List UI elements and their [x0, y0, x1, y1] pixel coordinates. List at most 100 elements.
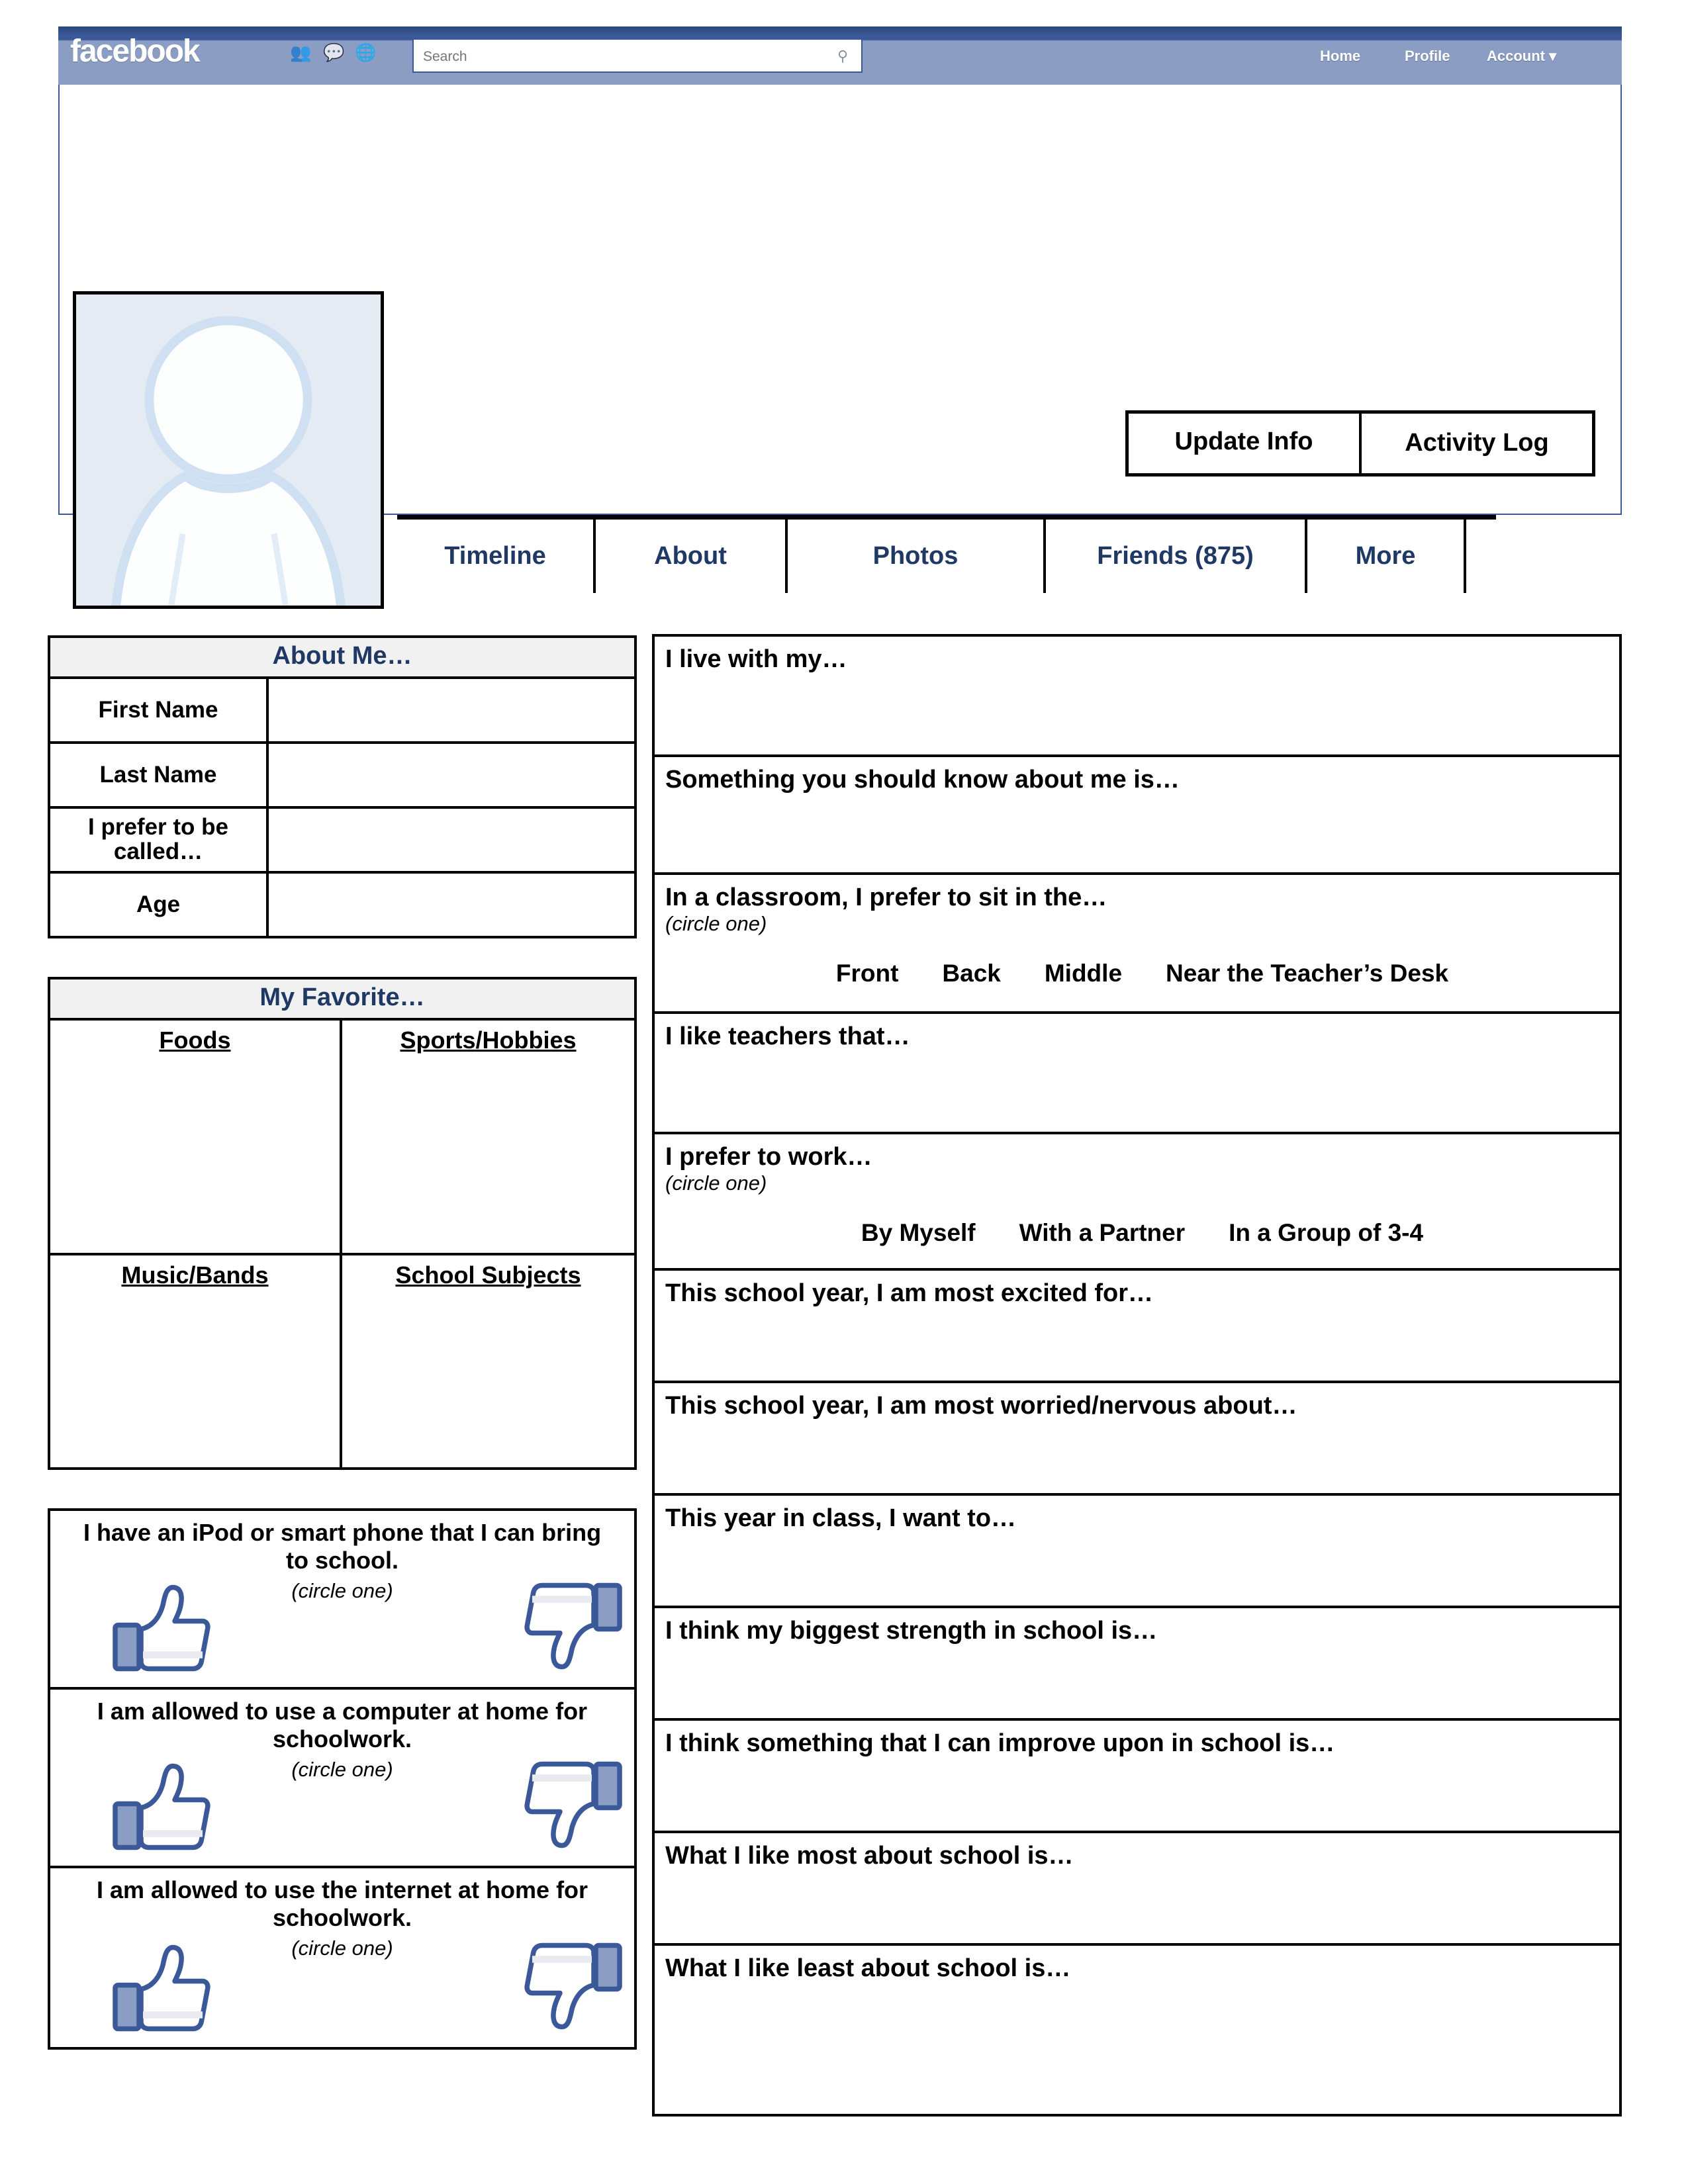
favorite-music-cell[interactable]: Music/Bands — [50, 1255, 342, 1467]
tab-about-label: About — [654, 542, 727, 570]
tab-timeline-label: Timeline — [444, 542, 546, 570]
tab-friends-label: Friends (875) — [1097, 542, 1254, 570]
first-name-label: First Name — [50, 678, 269, 741]
like-questions-panel: I have an iPod or smart phone that I can… — [48, 1508, 637, 2050]
thumbs-up-icon[interactable] — [111, 1579, 211, 1675]
nav-home[interactable]: Home — [1320, 49, 1360, 64]
activity-log-button[interactable]: Activity Log — [1362, 414, 1592, 473]
tab-photos[interactable]: Photos — [788, 520, 1046, 593]
prompt-should-know[interactable]: Something you should know about me is… — [652, 754, 1622, 872]
prompt-improve-upon[interactable]: I think something that I can improve upo… — [652, 1718, 1622, 1831]
option-by-myself[interactable]: By Myself — [861, 1219, 976, 1247]
first-name-field[interactable] — [269, 679, 634, 741]
favorite-music-label: Music/Bands — [121, 1261, 269, 1289]
tab-timeline[interactable]: Timeline — [397, 520, 596, 593]
prompt-like-least-title: What I like least about school is… — [665, 1954, 1071, 1982]
my-favorite-heading: My Favorite… — [50, 979, 634, 1021]
prompt-improve-upon-title: I think something that I can improve upo… — [665, 1729, 1335, 1757]
favorite-sports-label: Sports/Hobbies — [400, 1026, 577, 1054]
facebook-header-bar: facebook 👥 💬 🌐 ⚲ Home Profile Account ▾ — [58, 26, 1622, 85]
prompt-biggest-strength[interactable]: I think my biggest strength in school is… — [652, 1606, 1622, 1718]
my-favorite-panel: My Favorite… Foods Sports/Hobbies Music/… — [48, 976, 637, 1470]
like-question-ipod: I have an iPod or smart phone that I can… — [50, 1511, 634, 1690]
tab-more[interactable]: More — [1307, 520, 1466, 593]
thumbs-down-icon[interactable] — [524, 1579, 624, 1675]
messages-icon[interactable]: 💬 — [323, 44, 344, 61]
profile-tab-bar: Timeline About Photos Friends (875) More — [397, 515, 1496, 593]
prompt-prefer-work-options: By Myself With a Partner In a Group of 3… — [665, 1219, 1619, 1247]
search-box[interactable]: ⚲ — [412, 38, 863, 73]
circle-one-hint: (circle one) — [665, 1171, 767, 1195]
favorite-foods-cell[interactable]: Foods — [50, 1020, 342, 1255]
notifications-icon[interactable]: 🌐 — [355, 44, 376, 61]
about-me-panel: About Me… First Name Last Name I prefer … — [48, 635, 637, 938]
last-name-label: Last Name — [50, 743, 269, 806]
like-question-internet: I am allowed to use the internet at home… — [50, 1868, 634, 2047]
tab-more-label: More — [1355, 542, 1416, 570]
search-input[interactable] — [423, 48, 820, 66]
activity-log-label: Activity Log — [1405, 429, 1549, 457]
table-row: Last Name — [50, 743, 634, 809]
thumbs-up-icon[interactable] — [111, 1758, 211, 1854]
left-column: About Me… First Name Last Name I prefer … — [48, 635, 637, 2050]
tab-about[interactable]: About — [596, 520, 788, 593]
prompt-seating-title: In a classroom, I prefer to sit in the… — [665, 884, 1107, 911]
my-favorite-grid: Foods Sports/Hobbies Music/Bands School … — [50, 1020, 634, 1467]
like-question-ipod-text: I have an iPod or smart phone that I can… — [83, 1518, 602, 1574]
about-me-heading: About Me… — [50, 638, 634, 679]
prompt-live-with-title: I live with my… — [665, 645, 847, 673]
table-row: Age — [50, 873, 634, 936]
option-middle[interactable]: Middle — [1045, 960, 1122, 987]
prompt-like-least[interactable]: What I like least about school is… — [652, 1943, 1622, 2116]
option-near-teacher-desk[interactable]: Near the Teacher’s Desk — [1166, 960, 1448, 987]
prompt-like-teachers[interactable]: I like teachers that… — [652, 1011, 1622, 1132]
favorite-sports-cell[interactable]: Sports/Hobbies — [342, 1021, 634, 1255]
prompt-worried-about-title: This school year, I am most worried/nerv… — [665, 1392, 1297, 1420]
like-question-computer: I am allowed to use a computer at home f… — [50, 1690, 634, 1868]
tab-friends[interactable]: Friends (875) — [1046, 520, 1307, 593]
prompt-worried-about[interactable]: This school year, I am most worried/nerv… — [652, 1381, 1622, 1493]
option-in-a-group[interactable]: In a Group of 3-4 — [1229, 1219, 1423, 1247]
nav-account-dropdown[interactable]: Account ▾ — [1487, 49, 1556, 64]
option-with-a-partner[interactable]: With a Partner — [1019, 1219, 1186, 1247]
age-field[interactable] — [269, 874, 634, 936]
prompt-prefer-work-title: I prefer to work… — [665, 1143, 872, 1171]
profile-photo[interactable] — [73, 291, 384, 609]
prompt-like-most[interactable]: What I like most about school is… — [652, 1831, 1622, 1943]
prompt-live-with[interactable]: I live with my… — [652, 634, 1622, 754]
table-row: First Name — [50, 678, 634, 744]
thumbs-down-icon[interactable] — [524, 1939, 624, 2035]
favorite-subjects-cell[interactable]: School Subjects — [342, 1255, 634, 1467]
tab-photos-label: Photos — [872, 542, 959, 570]
favorite-subjects-label: School Subjects — [395, 1261, 581, 1289]
right-column: I live with my… Something you should kno… — [652, 634, 1622, 2116]
magnifier-icon[interactable]: ⚲ — [835, 48, 851, 64]
nav-profile[interactable]: Profile — [1405, 49, 1450, 64]
prompt-seating[interactable]: In a classroom, I prefer to sit in the…(… — [652, 872, 1622, 1011]
thumbs-down-icon[interactable] — [524, 1758, 624, 1854]
prompt-like-most-title: What I like most about school is… — [665, 1842, 1074, 1870]
default-avatar-icon — [76, 295, 381, 606]
option-front[interactable]: Front — [836, 960, 899, 987]
prompt-should-know-title: Something you should know about me is… — [665, 766, 1180, 794]
friends-icon[interactable]: 👥 — [290, 44, 311, 61]
update-info-button[interactable]: Update Info — [1129, 414, 1362, 473]
thumbs-up-icon[interactable] — [111, 1939, 211, 2035]
prompt-biggest-strength-title: I think my biggest strength in school is… — [665, 1617, 1158, 1645]
last-name-field[interactable] — [269, 744, 634, 806]
prompt-seating-options: Front Back Middle Near the Teacher’s Des… — [665, 960, 1619, 987]
table-row: I prefer to be called… — [50, 808, 634, 874]
like-question-computer-text: I am allowed to use a computer at home f… — [97, 1697, 588, 1753]
prompt-excited-for[interactable]: This school year, I am most excited for… — [652, 1268, 1622, 1381]
prompt-like-teachers-title: I like teachers that… — [665, 1023, 910, 1050]
preferred-name-field[interactable] — [269, 809, 634, 871]
age-label: Age — [50, 873, 269, 936]
prompt-want-to-title: This year in class, I want to… — [665, 1504, 1017, 1532]
update-info-label: Update Info — [1174, 428, 1313, 456]
prompt-prefer-work[interactable]: I prefer to work… (circle one) By Myself … — [652, 1132, 1622, 1268]
facebook-logo[interactable]: facebook — [70, 36, 201, 68]
prompt-want-to[interactable]: This year in class, I want to… — [652, 1493, 1622, 1606]
option-back[interactable]: Back — [942, 960, 1000, 987]
preferred-name-label: I prefer to be called… — [50, 808, 269, 871]
circle-one-hint: (circle one) — [665, 911, 767, 935]
